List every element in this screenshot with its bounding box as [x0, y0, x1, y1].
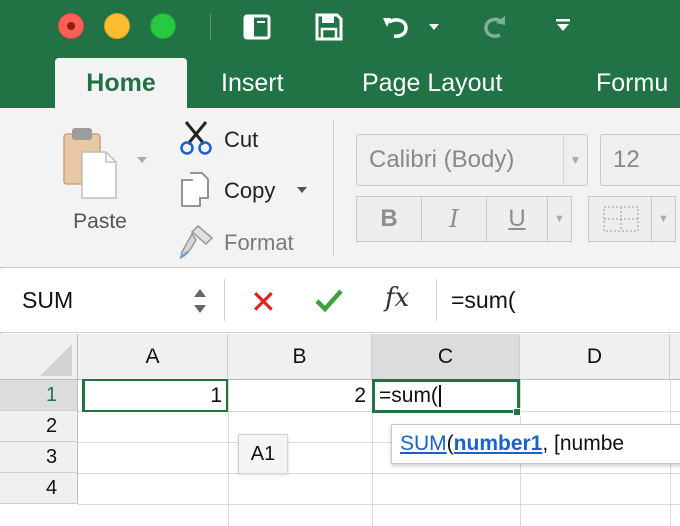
- reference-tooltip: A1: [238, 434, 288, 474]
- undo-dropdown-icon[interactable]: [428, 22, 440, 32]
- close-window-button[interactable]: [58, 13, 84, 39]
- underline-dropdown-icon[interactable]: ▼: [548, 196, 572, 242]
- bold-button[interactable]: B: [356, 196, 422, 242]
- row-header-1[interactable]: 1: [0, 380, 78, 411]
- insert-function-button[interactable]: fx: [385, 283, 409, 313]
- formula-bar-separator-2: [436, 279, 437, 321]
- paste-button[interactable]: [62, 122, 124, 202]
- function-help-link[interactable]: SUM: [400, 432, 447, 455]
- cut-button[interactable]: Cut: [224, 127, 258, 153]
- zoom-window-button[interactable]: [150, 13, 176, 39]
- confirm-formula-button[interactable]: [312, 283, 346, 317]
- gridline: [78, 504, 680, 505]
- font-name-dropdown-icon: ▼: [563, 135, 587, 185]
- cell-b1[interactable]: 2: [228, 380, 372, 411]
- font-size-select[interactable]: 12: [600, 134, 680, 186]
- active-cell-content: =sum(: [379, 382, 441, 410]
- row-header-4[interactable]: 4: [0, 473, 78, 504]
- tab-page-layout[interactable]: Page Layout: [362, 58, 502, 108]
- function-syntax-tooltip: SUM(number1, [numbe: [391, 424, 680, 464]
- cell-c1-text: =sum(: [379, 384, 438, 407]
- format-painter-button[interactable]: Format: [224, 230, 294, 256]
- font-name-select[interactable]: Calibri (Body) ▼: [356, 134, 588, 186]
- tab-insert[interactable]: Insert: [221, 58, 284, 108]
- paste-dropdown-icon[interactable]: [136, 156, 148, 164]
- borders-button[interactable]: [588, 196, 652, 242]
- formula-input[interactable]: =sum(: [451, 287, 516, 314]
- ribbon-tabs: Home Insert Page Layout Formu: [0, 58, 680, 108]
- tooltip-open-paren: (: [446, 432, 454, 455]
- column-header-e[interactable]: [670, 334, 680, 380]
- column-header-b[interactable]: B: [228, 334, 372, 380]
- cell-a1[interactable]: 1: [82, 380, 228, 411]
- column-header-a[interactable]: A: [78, 334, 228, 380]
- copy-dropdown-icon[interactable]: [296, 186, 308, 194]
- row-header-2[interactable]: 2: [0, 411, 78, 442]
- name-box[interactable]: SUM: [22, 287, 73, 314]
- borders-icon: [603, 206, 639, 232]
- formula-bar-separator: [224, 279, 225, 321]
- select-all-corner[interactable]: [0, 334, 78, 380]
- tab-home[interactable]: Home: [55, 58, 187, 108]
- row-header-3[interactable]: 3: [0, 442, 78, 473]
- gridline: [78, 473, 680, 474]
- column-header-c[interactable]: C: [372, 334, 520, 380]
- borders-dropdown-icon[interactable]: ▼: [652, 196, 676, 242]
- formula-bar: SUM ✕ fx =sum(: [0, 269, 680, 333]
- save-icon[interactable]: [314, 12, 344, 42]
- format-painter-icon[interactable]: [176, 222, 216, 260]
- title-bar: [0, 0, 680, 58]
- cut-icon[interactable]: [178, 120, 214, 156]
- minimize-window-button[interactable]: [104, 13, 130, 39]
- redo-icon[interactable]: [480, 12, 510, 42]
- undo-icon[interactable]: [380, 12, 410, 42]
- tooltip-remaining-args: , [numbe: [542, 432, 625, 455]
- copy-icon[interactable]: [178, 170, 214, 210]
- argument-link-number1[interactable]: number1: [454, 432, 543, 455]
- name-box-stepper-icon[interactable]: [192, 279, 208, 323]
- ribbon-home-panel: Paste Cut Copy Format Calibri (Body) ▼ 1…: [0, 108, 680, 268]
- italic-button[interactable]: I: [421, 196, 487, 242]
- sidebar-icon[interactable]: [242, 12, 272, 42]
- font-size-value: 12: [613, 146, 640, 173]
- titlebar-separator: [210, 14, 211, 40]
- copy-button[interactable]: Copy: [224, 178, 275, 204]
- fill-handle[interactable]: [513, 408, 521, 416]
- underline-button[interactable]: U: [486, 196, 548, 242]
- paste-label: Paste: [73, 210, 127, 233]
- text-caret: [438, 385, 441, 408]
- font-name-value: Calibri (Body): [369, 146, 515, 173]
- ribbon-group-separator: [333, 120, 334, 256]
- cancel-formula-button[interactable]: ✕: [250, 283, 277, 321]
- column-header-d[interactable]: D: [520, 334, 670, 380]
- active-cell-c1[interactable]: =sum(: [372, 379, 520, 413]
- tab-formulas[interactable]: Formu: [596, 58, 668, 108]
- select-all-icon: [40, 344, 72, 376]
- customize-toolbar-icon[interactable]: [554, 16, 572, 34]
